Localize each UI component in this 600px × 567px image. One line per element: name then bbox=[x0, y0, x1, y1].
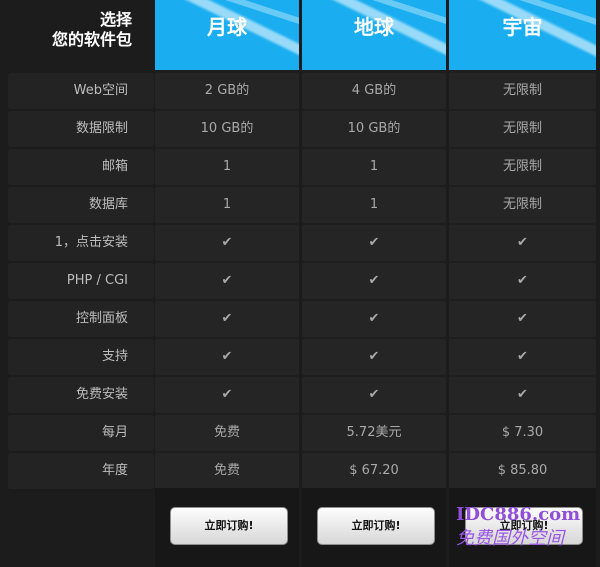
plan-header-earth: 地球 bbox=[302, 0, 446, 70]
plan-name: 宇宙 bbox=[502, 15, 543, 39]
row-label: 数据库 bbox=[8, 187, 154, 223]
table-row: Web空间 2 GB的 4 GB的 无限制 bbox=[8, 73, 596, 109]
order-now-button[interactable]: 立即订购! bbox=[170, 507, 288, 545]
cell-value: 10 GB的 bbox=[155, 111, 299, 147]
table-row: 每月 免费 5.72美元 $ 7.30 bbox=[8, 415, 596, 451]
cell-value: $ 67.20 bbox=[302, 453, 446, 489]
cell-value: 免费 bbox=[155, 415, 299, 451]
row-label: 1，点击安装 bbox=[8, 225, 154, 261]
table-title-line1: 选择 bbox=[99, 10, 132, 29]
table-row: 数据库 1 1 无限制 bbox=[8, 187, 596, 223]
row-label: 每月 bbox=[8, 415, 154, 451]
table-row: 免费安装 ✔ ✔ ✔ bbox=[8, 377, 596, 413]
row-label: 免费安装 bbox=[8, 377, 154, 413]
table-row: 控制面板 ✔ ✔ ✔ bbox=[8, 301, 596, 337]
check-icon: ✔ bbox=[449, 263, 596, 299]
row-label: 支持 bbox=[8, 339, 154, 375]
cell-value: 无限制 bbox=[449, 149, 596, 185]
cell-value: 免费 bbox=[155, 453, 299, 489]
table-row: 邮箱 1 1 无限制 bbox=[8, 149, 596, 185]
table-row: 数据限制 10 GB的 10 GB的 无限制 bbox=[8, 111, 596, 147]
watermark-line1: IDC886.com bbox=[456, 504, 581, 525]
order-area-moon: 立即订购! bbox=[155, 488, 299, 567]
check-icon: ✔ bbox=[302, 377, 446, 413]
row-label: 控制面板 bbox=[8, 301, 154, 337]
cell-value: 4 GB的 bbox=[302, 73, 446, 109]
cell-value: 无限制 bbox=[449, 187, 596, 223]
cell-value: $ 7.30 bbox=[449, 415, 596, 451]
row-label: 数据限制 bbox=[8, 111, 154, 147]
cell-value: 无限制 bbox=[449, 111, 596, 147]
plan-header-universe: 宇宙 bbox=[449, 0, 596, 70]
order-area-earth: 立即订购! bbox=[302, 488, 446, 567]
check-icon: ✔ bbox=[449, 225, 596, 261]
check-icon: ✔ bbox=[155, 225, 299, 261]
row-label: 年度 bbox=[8, 453, 154, 489]
check-icon: ✔ bbox=[155, 263, 299, 299]
check-icon: ✔ bbox=[302, 301, 446, 337]
check-icon: ✔ bbox=[302, 339, 446, 375]
check-icon: ✔ bbox=[449, 301, 596, 337]
cell-value: 1 bbox=[155, 187, 299, 223]
cell-value: 10 GB的 bbox=[302, 111, 446, 147]
plan-header-moon: 月球 bbox=[155, 0, 299, 70]
row-label: 邮箱 bbox=[8, 149, 154, 185]
check-icon: ✔ bbox=[449, 339, 596, 375]
check-icon: ✔ bbox=[449, 377, 596, 413]
table-row: 1，点击安装 ✔ ✔ ✔ bbox=[8, 225, 596, 261]
watermark-line2: 免费国外空间 bbox=[456, 528, 564, 549]
watermark: IDC886.com 免费国外空间 bbox=[456, 504, 600, 564]
pricing-table: 选择 您的软件包 月球 地球 宇宙 Web空间 2 GB的 4 GB的 无限制 数据限制… bbox=[0, 0, 600, 567]
check-icon: ✔ bbox=[302, 225, 446, 261]
plan-name: 地球 bbox=[354, 15, 394, 39]
check-icon: ✔ bbox=[155, 301, 299, 337]
table-row: 支持 ✔ ✔ ✔ bbox=[8, 339, 596, 375]
table-row: 年度 免费 $ 67.20 $ 85.80 bbox=[8, 453, 596, 489]
table-row: PHP / CGI ✔ ✔ ✔ bbox=[8, 263, 596, 299]
cell-value: 1 bbox=[155, 149, 299, 185]
cell-value: 无限制 bbox=[449, 73, 596, 109]
row-label: Web空间 bbox=[8, 73, 154, 109]
cell-value: $ 85.80 bbox=[449, 453, 596, 489]
table-title-line2: 您的软件包 bbox=[51, 30, 132, 49]
order-now-button[interactable]: 立即订购! bbox=[317, 507, 435, 545]
cell-value: 5.72美元 bbox=[302, 415, 446, 451]
table-title: 选择 您的软件包 bbox=[8, 0, 154, 70]
plan-name: 月球 bbox=[207, 15, 247, 39]
check-icon: ✔ bbox=[155, 377, 299, 413]
cell-value: 1 bbox=[302, 149, 446, 185]
row-label: PHP / CGI bbox=[8, 263, 154, 299]
cell-value: 2 GB的 bbox=[155, 73, 299, 109]
check-icon: ✔ bbox=[155, 339, 299, 375]
cell-value: 1 bbox=[302, 187, 446, 223]
check-icon: ✔ bbox=[302, 263, 446, 299]
